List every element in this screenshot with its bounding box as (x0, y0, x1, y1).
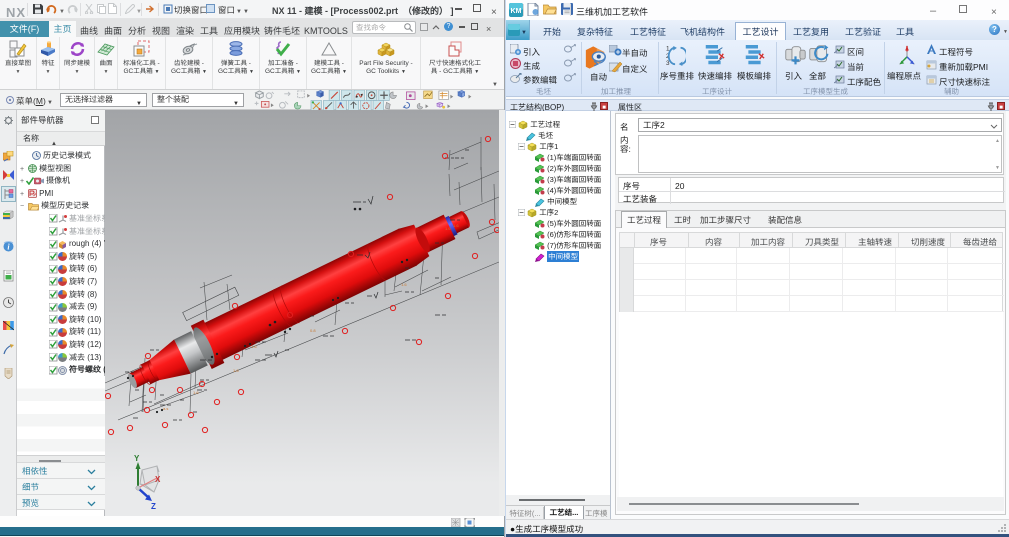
svg-text:1.6: 1.6 (453, 223, 459, 229)
svg-text:Z: Z (151, 501, 156, 512)
svg-text:1.6: 1.6 (193, 390, 199, 396)
svg-text:X: X (155, 474, 161, 485)
svg-text:1.6: 1.6 (233, 368, 239, 374)
svg-text:0.8: 0.8 (310, 328, 316, 334)
svg-text:KM: KM (511, 6, 522, 16)
svg-text:1.6: 1.6 (251, 344, 257, 350)
svg-text:Y: Y (134, 453, 140, 464)
svg-text:1.6: 1.6 (445, 226, 451, 232)
svg-text:1.6: 1.6 (401, 282, 407, 288)
svg-text:a.s: a.s (163, 406, 168, 412)
